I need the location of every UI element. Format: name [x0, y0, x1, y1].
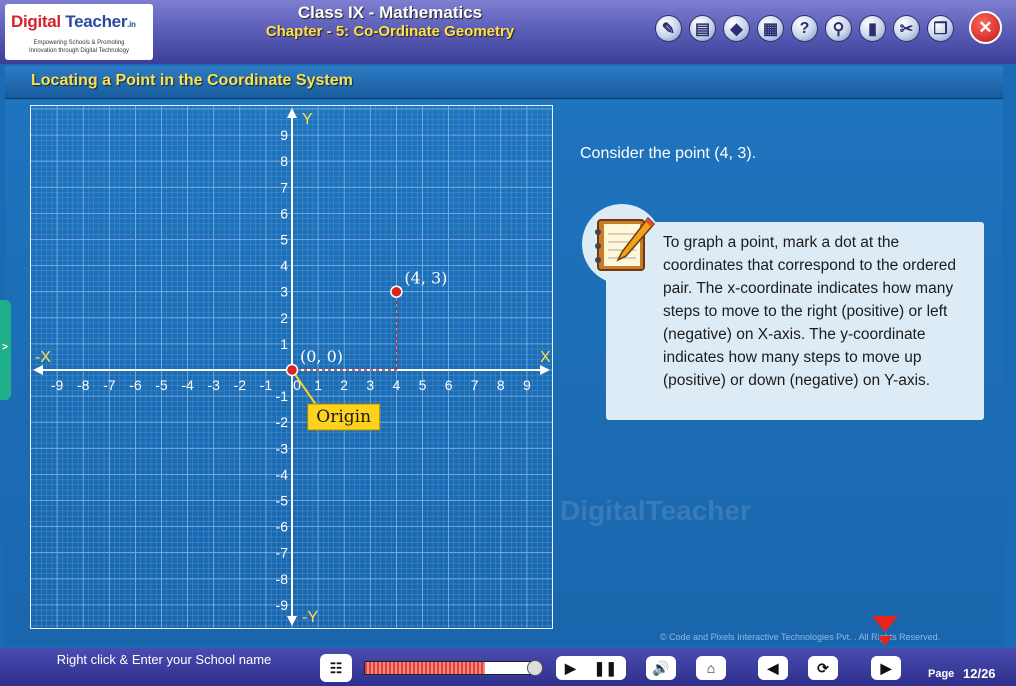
page-marker-icon: [872, 616, 898, 646]
x-tick-label: 3: [366, 377, 374, 393]
fullscreen-icon[interactable]: ❐: [927, 15, 954, 42]
info-note: To graph a point, mark a dot at the coor…: [606, 222, 984, 420]
x-tick-label: -1: [260, 377, 273, 393]
y-tick-label: -1: [276, 388, 289, 404]
x-tick-label: -8: [77, 377, 90, 393]
previous-icon[interactable]: ◀: [758, 656, 788, 680]
slide-title-bar: Locating a Point in the Coordinate Syste…: [5, 66, 1003, 99]
x-tick-label: 2: [340, 377, 348, 393]
side-arrow-icon: >: [2, 342, 8, 353]
search-icon[interactable]: ⚲: [825, 15, 852, 42]
slide-title: Locating a Point in the Coordinate Syste…: [31, 72, 353, 89]
x-axis-arrow-left: [33, 365, 43, 375]
logo-title: Digital Teacher.in: [11, 12, 136, 31]
class-title: Class IX - Mathematics: [297, 3, 483, 22]
pause-icon[interactable]: ❚❚: [594, 660, 617, 677]
x-tick-label: -5: [155, 377, 168, 393]
data-point: [390, 285, 403, 298]
x-tick-label: 9: [523, 377, 531, 393]
x-tick-label: 6: [445, 377, 453, 393]
x-tick-label: 5: [419, 377, 427, 393]
y-tick-label: 1: [280, 336, 288, 352]
progress-bar[interactable]: [364, 661, 538, 675]
school-name-field[interactable]: Right click & Enter your School name: [50, 652, 278, 668]
replay-icon[interactable]: ⟳: [808, 656, 838, 680]
point-label: (0, 0): [300, 347, 343, 366]
menu-tree-icon[interactable]: ☷: [320, 654, 352, 682]
x-tick-label: -3: [207, 377, 220, 393]
x-tick-label: -7: [103, 377, 116, 393]
x-tick-label: 0: [293, 377, 301, 393]
y-tick-label: 7: [280, 179, 288, 195]
x-tick-label: 8: [497, 377, 505, 393]
x-axis-neg-label: -X: [35, 349, 51, 366]
book-icon[interactable]: ▤: [689, 15, 716, 42]
y-tick-label: -2: [276, 414, 289, 430]
x-tick-label: -9: [51, 377, 64, 393]
notepad-pencil-icon: [595, 216, 656, 271]
y-tick-label: -8: [276, 571, 289, 587]
help-icon[interactable]: ?: [791, 15, 818, 42]
y-tick-label: 4: [280, 258, 288, 274]
x-tick-label: -6: [129, 377, 142, 393]
data-point: [285, 363, 299, 377]
app-header: Digital Teacher.in Empowering Schools & …: [0, 0, 1016, 64]
page-number: 12/26: [963, 666, 996, 681]
y-tick-label: 6: [280, 205, 288, 221]
home-icon[interactable]: ⌂: [696, 656, 726, 680]
glossary-icon[interactable]: ▦: [757, 15, 784, 42]
y-tick-label: -4: [276, 466, 289, 482]
volume-icon[interactable]: 🔊: [646, 656, 676, 680]
point-label: (4, 3): [404, 269, 447, 288]
pdf-icon[interactable]: ▮: [859, 15, 886, 42]
y-tick-label: -5: [276, 493, 289, 509]
notes-icon[interactable]: ✎: [655, 15, 682, 42]
y-tick-label: 8: [280, 153, 288, 169]
chapter-title: Chapter - 5: Co-Ordinate Geometry: [265, 23, 515, 40]
side-panel-tab[interactable]: >: [0, 300, 11, 400]
progress-handle[interactable]: [527, 660, 543, 676]
coordinate-grid: -9 -8 -7 -6 -5 -4 -3 -2 -1 0 1 2 3 4 5 6 7 8 9 9 8 7 6 5 4 3 2 1 -1-…: [30, 105, 553, 629]
y-tick-label: 3: [280, 284, 288, 300]
page-label: Page: [928, 668, 955, 680]
y-tick-label: -6: [276, 519, 289, 535]
y-axis-arrow-up: [287, 108, 297, 118]
notepad-circle: [582, 204, 662, 284]
tools-icon[interactable]: ✂: [893, 15, 920, 42]
coordinate-plane: -9 -8 -7 -6 -5 -4 -3 -2 -1 0 1 2 3 4 5 6 7 8 9987654321-1-…: [31, 106, 552, 628]
logo-tagline-2: Innovation through Digital Technology: [29, 48, 129, 54]
digital-teacher-logo: Digital Teacher.in Empowering Schools & …: [5, 4, 153, 60]
y-tick-label: 5: [280, 232, 288, 248]
blocks-icon[interactable]: ◆: [723, 15, 750, 42]
consider-text: Consider the point (4, 3).: [580, 145, 757, 162]
y-axis-label: Y: [302, 111, 313, 128]
x-tick-label: -2: [234, 377, 247, 393]
y-axis-arrow-down: [287, 616, 297, 626]
play-icon[interactable]: ▶: [565, 660, 576, 677]
x-tick-label: 4: [393, 377, 401, 393]
x-axis-label: X: [540, 349, 551, 366]
y-tick-label: 9: [280, 127, 288, 143]
progress-fill: [365, 662, 486, 674]
x-axis-arrow-right: [540, 365, 550, 375]
next-icon[interactable]: ▶: [871, 656, 901, 680]
origin-label: Origin: [316, 407, 371, 427]
y-tick-label: 2: [280, 310, 288, 326]
play-pause-control[interactable]: ▶ ❚❚: [556, 656, 626, 680]
y-tick-label: -7: [276, 545, 289, 561]
x-tick-label: -4: [181, 377, 194, 393]
logo-tagline-1: Empowering Schools & Promoting: [33, 40, 125, 46]
y-axis-neg-label: -Y: [302, 609, 318, 626]
close-icon[interactable]: ✕: [969, 11, 1002, 44]
note-text: To graph a point, mark a dot at the coor…: [663, 234, 956, 389]
watermark: DigitalTeacher: [560, 495, 751, 526]
x-tick-label: 1: [314, 377, 322, 393]
footer-bar: Right click & Enter your School name ☷ ▶…: [0, 648, 1016, 686]
x-tick-label: 7: [471, 377, 479, 393]
y-tick-label: -3: [276, 440, 289, 456]
y-tick-label: -9: [276, 597, 289, 613]
